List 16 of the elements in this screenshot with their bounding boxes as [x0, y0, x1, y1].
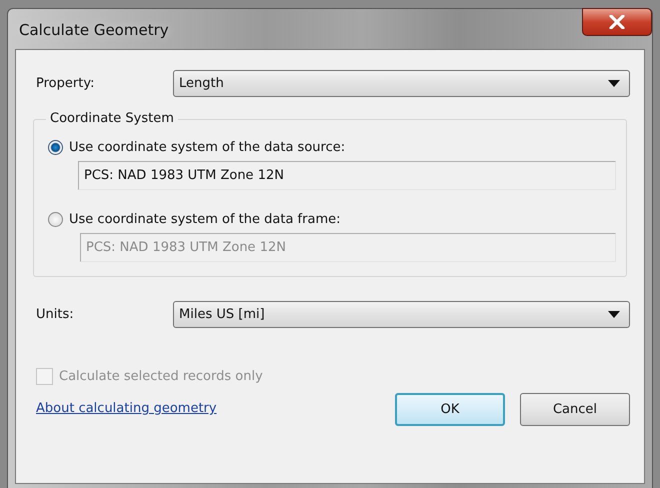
group-title: Coordinate System — [46, 111, 178, 126]
units-label: Units: — [36, 307, 75, 322]
close-button[interactable] — [582, 8, 652, 36]
window-title: Calculate Geometry — [19, 21, 169, 39]
dialog-button[interactable]: OK — [395, 393, 505, 426]
caret-icon — [608, 311, 620, 318]
help-link[interactable]: About calculating geometry — [36, 401, 217, 416]
radio-label[interactable]: Use coordinate system of the data source: — [69, 140, 346, 155]
units-dropdown[interactable]: Miles US [mi] — [173, 301, 630, 328]
text-field[interactable]: PCS: NAD 1983 UTM Zone 12N — [78, 161, 616, 190]
dialog-button[interactable]: Cancel — [520, 393, 630, 426]
property-label: Property: — [36, 76, 96, 91]
close-icon — [609, 15, 625, 29]
property-dropdown[interactable]: Length — [173, 70, 630, 97]
radio-button[interactable] — [48, 140, 63, 155]
caret-icon — [608, 80, 620, 87]
